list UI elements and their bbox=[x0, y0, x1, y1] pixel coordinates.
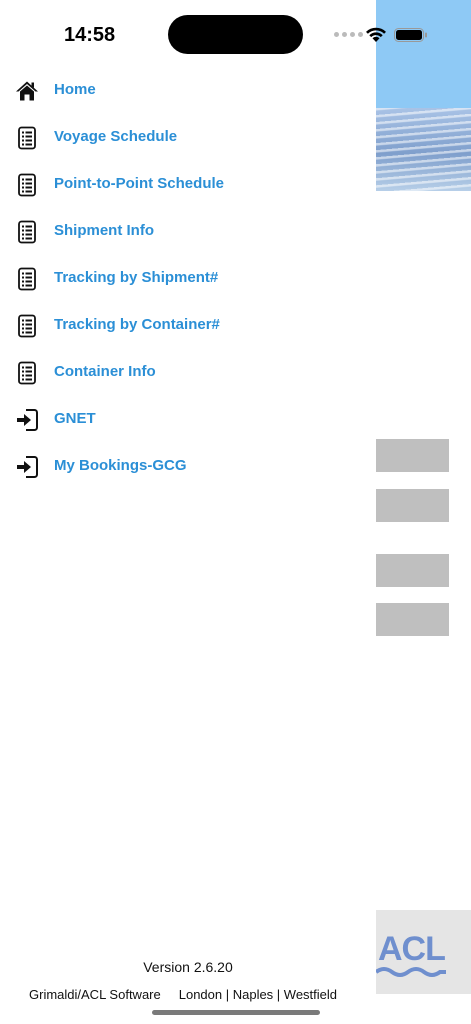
footer-locations: London | Naples | Westfield bbox=[178, 987, 338, 1002]
menu-item-gnet[interactable]: GNET bbox=[0, 396, 376, 443]
list-document-icon bbox=[18, 220, 36, 244]
side-drawer: 14:58 Home Voyage Schedule Point-to-Poin… bbox=[0, 0, 427, 1024]
menu-label: GNET bbox=[54, 410, 96, 427]
menu-item-my-bookings-gcg[interactable]: My Bookings-GCG bbox=[0, 443, 376, 490]
background-button[interactable] bbox=[376, 489, 449, 522]
menu-label: Home bbox=[54, 81, 96, 98]
nav-menu: Home Voyage Schedule Point-to-Point Sche bbox=[0, 67, 376, 490]
background-button[interactable] bbox=[376, 554, 449, 587]
header-image-sky bbox=[376, 0, 471, 108]
list-document-icon bbox=[18, 173, 36, 197]
wifi-icon bbox=[366, 27, 386, 42]
header-image-sea bbox=[376, 108, 471, 191]
menu-item-tracking-by-container[interactable]: Tracking by Container# bbox=[0, 302, 376, 349]
menu-item-point-to-point-schedule[interactable]: Point-to-Point Schedule bbox=[0, 161, 376, 208]
background-button[interactable] bbox=[376, 439, 449, 472]
footer-company: Grimaldi/ACL Software bbox=[29, 987, 161, 1002]
acl-logo: ACL bbox=[376, 910, 471, 994]
menu-label: Container Info bbox=[54, 363, 156, 380]
menu-item-shipment-info[interactable]: Shipment Info bbox=[0, 208, 376, 255]
menu-label: Voyage Schedule bbox=[54, 128, 178, 145]
status-icons bbox=[334, 26, 434, 44]
wave-icon bbox=[376, 967, 446, 977]
menu-item-home[interactable]: Home bbox=[0, 67, 376, 114]
app-version: Version 2.6.20 bbox=[143, 959, 233, 975]
list-document-icon bbox=[18, 126, 36, 150]
status-time: 14:58 bbox=[64, 24, 116, 46]
list-document-icon bbox=[18, 361, 36, 385]
menu-label: Tracking by Container# bbox=[54, 316, 220, 333]
menu-item-voyage-schedule[interactable]: Voyage Schedule bbox=[0, 114, 376, 161]
menu-label: Shipment Info bbox=[54, 222, 154, 239]
sign-in-icon bbox=[17, 409, 38, 431]
background-app: ACL bbox=[376, 0, 471, 1024]
dynamic-island bbox=[168, 15, 303, 54]
battery-icon bbox=[394, 28, 427, 42]
sign-in-icon bbox=[17, 456, 38, 478]
list-document-icon bbox=[18, 314, 36, 338]
home-indicator[interactable] bbox=[152, 1010, 320, 1015]
background-button[interactable] bbox=[376, 603, 449, 636]
menu-item-container-info[interactable]: Container Info bbox=[0, 349, 376, 396]
menu-label: Tracking by Shipment# bbox=[54, 269, 219, 286]
menu-item-tracking-by-shipment[interactable]: Tracking by Shipment# bbox=[0, 255, 376, 302]
menu-label: My Bookings-GCG bbox=[54, 457, 187, 474]
list-document-icon bbox=[18, 267, 36, 291]
acl-logo-text: ACL bbox=[378, 930, 446, 968]
signal-icon bbox=[334, 32, 363, 37]
footer-credits: Grimaldi/ACL Software London | Naples | W… bbox=[29, 987, 337, 1002]
home-icon bbox=[16, 81, 38, 101]
menu-label: Point-to-Point Schedule bbox=[54, 175, 224, 192]
